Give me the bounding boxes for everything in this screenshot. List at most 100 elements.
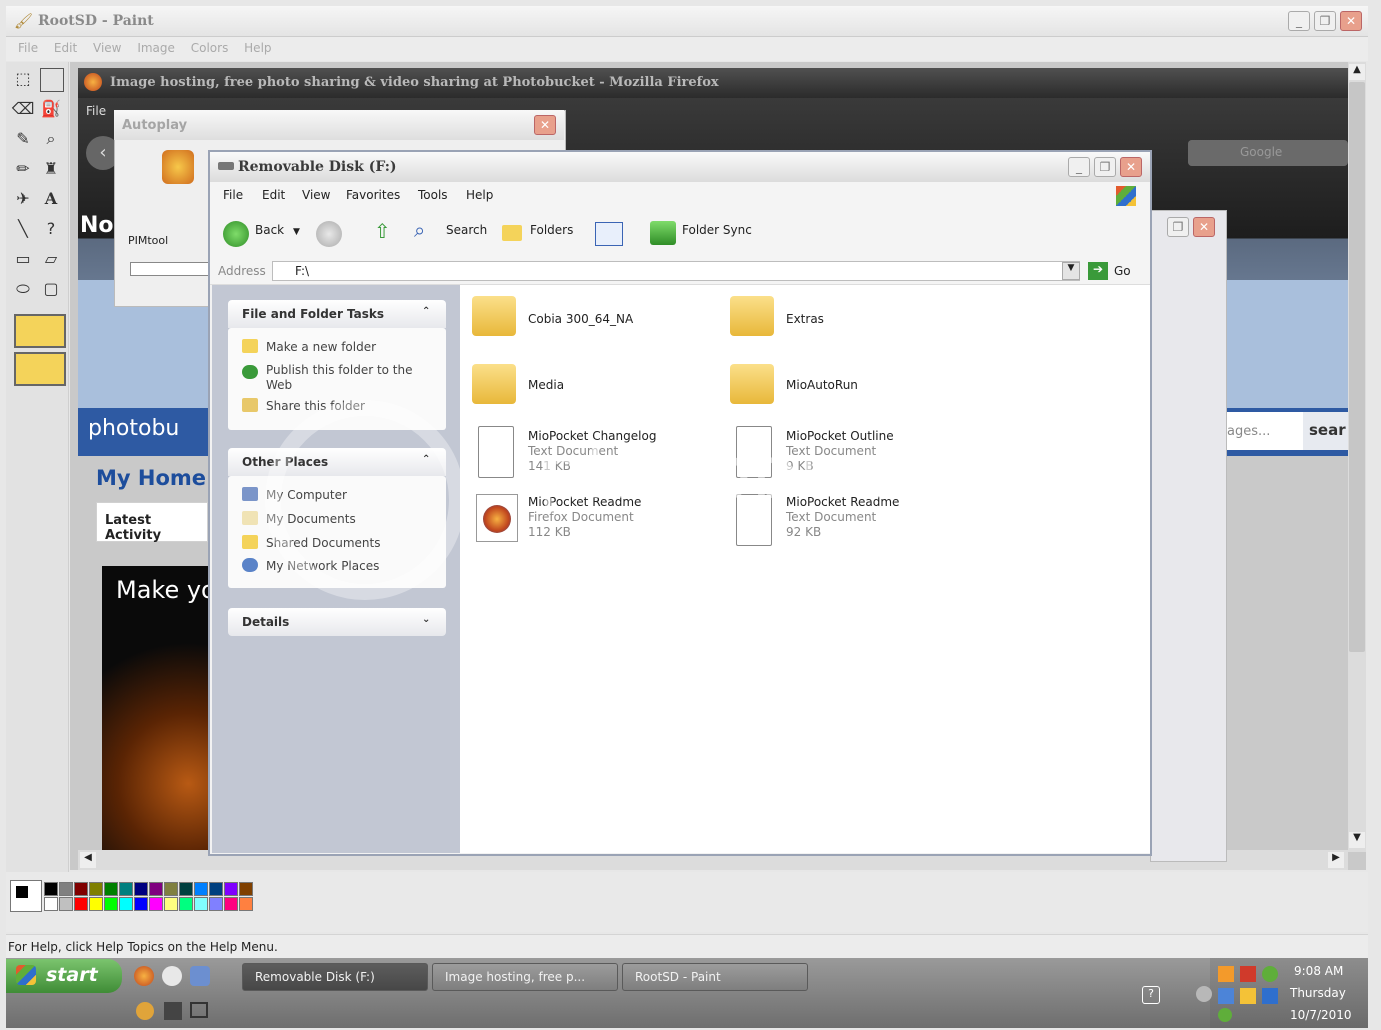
magnifier-icon[interactable]: ⌕ <box>38 126 64 152</box>
palette-swatch[interactable] <box>134 897 148 911</box>
close-button[interactable]: ✕ <box>1340 11 1362 31</box>
ellipse-icon[interactable]: ⬭ <box>10 276 36 302</box>
fill-style-option-1[interactable] <box>14 314 66 348</box>
curve-icon[interactable]: ? <box>38 216 64 242</box>
palette-swatch[interactable] <box>104 897 118 911</box>
palette-swatch[interactable] <box>149 882 163 896</box>
latest-activity-tab[interactable]: Latest Activity <box>96 502 208 543</box>
color-picker-icon[interactable]: ✎ <box>10 126 36 152</box>
explorer-minimize-button[interactable]: _ <box>1068 157 1090 177</box>
search-icon[interactable]: ⌕ <box>414 218 425 242</box>
palette-swatch[interactable] <box>119 897 133 911</box>
palette-swatch[interactable] <box>44 897 58 911</box>
address-go-label[interactable]: Go <box>1114 264 1131 278</box>
menu-view[interactable]: View <box>93 41 121 55</box>
folder-sync-button-label[interactable]: Folder Sync <box>682 223 752 237</box>
explorer-menu-edit[interactable]: Edit <box>262 188 285 202</box>
search-button-label[interactable]: Search <box>446 223 487 237</box>
explorer-menu-tools[interactable]: Tools <box>418 188 448 202</box>
autoplay-close-button[interactable]: ✕ <box>534 115 556 135</box>
tray-icon[interactable] <box>1240 988 1256 1004</box>
palette-swatch[interactable] <box>134 882 148 896</box>
quicklaunch-firefox-icon[interactable] <box>134 966 154 986</box>
quicklaunch-media-icon[interactable] <box>136 1002 154 1020</box>
palette-swatch[interactable] <box>179 882 193 896</box>
palette-swatch[interactable] <box>224 882 238 896</box>
clock-time[interactable]: 9:08 AM <box>1294 964 1343 978</box>
scroll-down-icon[interactable]: ▼ <box>1349 832 1365 848</box>
folder-sync-icon[interactable] <box>650 221 676 245</box>
firefox-menu-file[interactable]: File <box>86 104 106 118</box>
palette-swatch[interactable] <box>164 897 178 911</box>
tray-icon[interactable] <box>1262 988 1278 1004</box>
folders-button-label[interactable]: Folders <box>530 223 573 237</box>
folders-icon[interactable] <box>502 225 522 241</box>
quicklaunch-volume-icon[interactable] <box>164 1002 182 1020</box>
palette-swatch[interactable] <box>224 897 238 911</box>
palette-swatch[interactable] <box>149 897 163 911</box>
promo-banner[interactable] <box>102 566 210 856</box>
palette-swatch[interactable] <box>74 882 88 896</box>
explorer-close-button[interactable]: ✕ <box>1120 157 1142 177</box>
back-button-label[interactable]: Back <box>255 223 284 237</box>
explorer-menu-file[interactable]: File <box>223 188 243 202</box>
explorer-menu-view[interactable]: View <box>302 188 330 202</box>
palette-swatch[interactable] <box>74 897 88 911</box>
palette-swatch[interactable] <box>119 882 133 896</box>
pimtool-icon[interactable] <box>162 150 194 184</box>
rectangle-icon[interactable]: ▭ <box>10 246 36 272</box>
address-go-icon[interactable]: ➔ <box>1088 262 1108 280</box>
file-item[interactable]: MioAutoRun <box>786 378 858 393</box>
eraser-icon[interactable]: ⌫ <box>10 96 36 122</box>
taskbar-item-firefox[interactable]: Image hosting, free p... <box>432 963 618 991</box>
photobucket-search-button[interactable]: sear <box>1303 412 1348 450</box>
start-button[interactable]: start <box>6 959 122 993</box>
show-desktop-icon[interactable] <box>190 1002 208 1018</box>
tray-icon[interactable] <box>1240 966 1256 982</box>
views-icon[interactable] <box>595 222 623 246</box>
address-input[interactable]: F:\ <box>272 261 1080 281</box>
tray-icon[interactable] <box>1218 966 1234 982</box>
airbrush-icon[interactable]: ✈ <box>10 186 36 212</box>
collapse-icon[interactable]: ⌃ <box>422 306 430 317</box>
palette-swatch[interactable] <box>44 882 58 896</box>
address-dropdown-icon[interactable]: ▼ <box>1062 262 1080 280</box>
palette-swatch[interactable] <box>89 882 103 896</box>
taskbar-item-explorer[interactable]: Removable Disk (F:) <box>242 963 428 991</box>
palette-swatch[interactable] <box>209 882 223 896</box>
quicklaunch-ie-icon[interactable] <box>190 966 210 986</box>
details-header[interactable]: Details ⌄ <box>228 608 446 636</box>
fill-style-option-2[interactable] <box>14 352 66 386</box>
scroll-left-icon[interactable]: ◀ <box>80 852 96 868</box>
palette-swatch[interactable] <box>239 882 253 896</box>
back-dropdown-icon[interactable]: ▼ <box>293 227 300 237</box>
explorer-menu-help[interactable]: Help <box>466 188 493 202</box>
task-make-folder[interactable]: Make a new folder <box>242 339 376 354</box>
file-item[interactable]: Media <box>528 378 564 393</box>
file-item[interactable]: Cobia 300_64_NA <box>528 312 633 327</box>
text-tool-icon[interactable]: A <box>38 186 64 212</box>
folder-icon[interactable] <box>472 296 516 336</box>
explorer-maximize-button[interactable]: ❐ <box>1094 157 1116 177</box>
quicklaunch-app-icon[interactable] <box>162 966 182 986</box>
back-icon[interactable] <box>223 221 249 247</box>
folder-icon[interactable] <box>730 364 774 404</box>
bg-close-button[interactable]: ✕ <box>1193 217 1215 237</box>
maximize-button[interactable]: ❐ <box>1314 11 1336 31</box>
rect-select-icon[interactable] <box>40 68 64 92</box>
minimize-button[interactable]: _ <box>1288 11 1310 31</box>
palette-swatch[interactable] <box>239 897 253 911</box>
tray-icon[interactable] <box>1218 1008 1232 1022</box>
palette-swatch[interactable] <box>209 897 223 911</box>
folder-icon[interactable] <box>472 364 516 404</box>
vertical-scrollbar[interactable]: ▲ ▼ <box>1348 62 1366 852</box>
foreground-color[interactable] <box>16 886 28 898</box>
free-select-icon[interactable]: ⬚ <box>10 66 36 92</box>
expand-icon[interactable]: ⌄ <box>422 614 430 625</box>
palette-swatch[interactable] <box>59 897 73 911</box>
line-icon[interactable]: ╲ <box>10 216 36 242</box>
palette-swatch[interactable] <box>179 897 193 911</box>
up-folder-icon[interactable]: ⇧ <box>374 219 391 243</box>
task-publish-folder[interactable]: Publish this folder to the Web <box>242 363 432 393</box>
explorer-menu-favorites[interactable]: Favorites <box>346 188 400 202</box>
